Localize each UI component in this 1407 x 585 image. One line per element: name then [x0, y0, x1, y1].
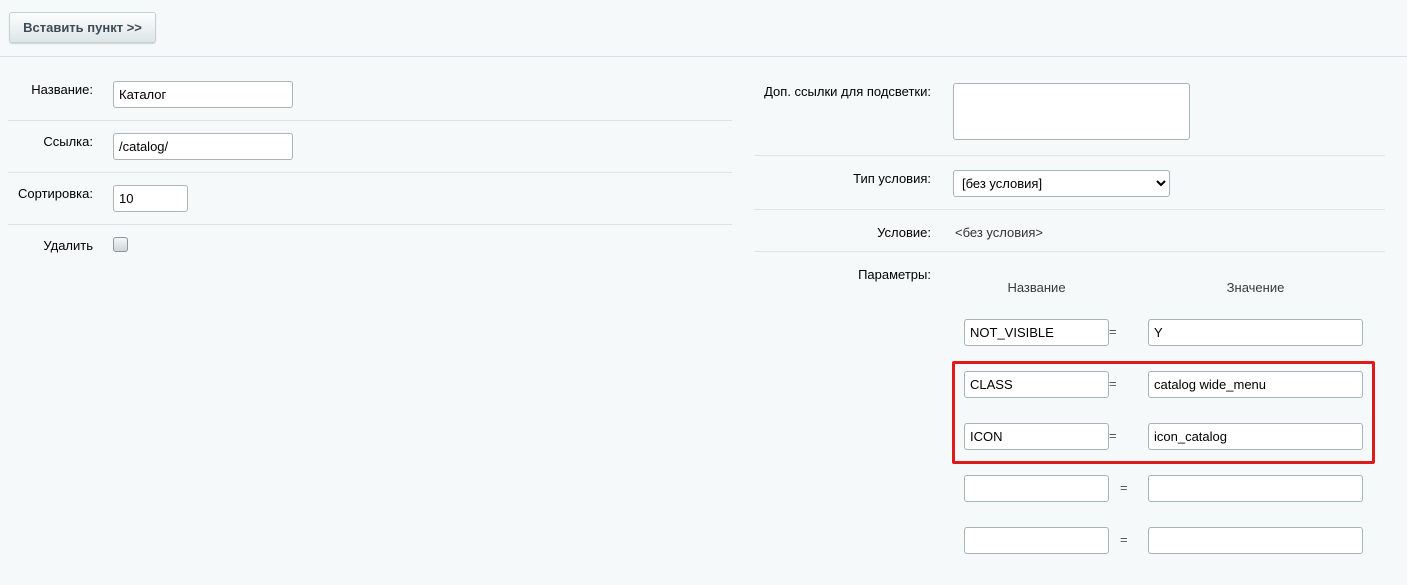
equals-sign: = — [1109, 324, 1117, 339]
sort-input[interactable] — [113, 185, 188, 212]
link-label: Ссылка: — [43, 134, 93, 149]
param-name-input[interactable] — [964, 527, 1109, 554]
name-label: Название: — [31, 82, 93, 97]
divider — [8, 172, 732, 173]
extra-links-label: Доп. ссылки для подсветки: — [764, 84, 931, 99]
sort-label: Сортировка: — [18, 186, 93, 201]
equals-sign: = — [1109, 428, 1117, 443]
params-header-value: Значение — [1226, 280, 1285, 295]
toolbar: Вставить пункт >> — [0, 0, 1407, 57]
param-name-input[interactable] — [964, 371, 1109, 398]
params-label: Параметры: — [858, 267, 931, 282]
delete-checkbox[interactable] — [113, 237, 128, 252]
delete-label: Удалить — [43, 238, 93, 253]
param-value-input[interactable] — [1148, 371, 1363, 398]
divider — [8, 120, 732, 121]
params-header-name: Название — [1007, 280, 1066, 295]
equals-sign: = — [1109, 376, 1117, 391]
extra-links-textarea[interactable] — [953, 83, 1190, 140]
condition-label: Условие: — [877, 225, 931, 240]
equals-sign: = — [1120, 532, 1128, 547]
divider — [8, 224, 732, 225]
condition-type-label: Тип условия: — [853, 171, 931, 186]
param-value-input[interactable] — [1148, 527, 1363, 554]
insert-item-button[interactable]: Вставить пункт >> — [9, 12, 156, 43]
condition-value: <без условия> — [955, 225, 1044, 240]
divider — [754, 155, 1385, 156]
name-input[interactable] — [113, 81, 293, 108]
param-name-input[interactable] — [964, 319, 1109, 346]
param-name-input[interactable] — [964, 423, 1109, 450]
param-value-input[interactable] — [1148, 319, 1363, 346]
divider — [754, 251, 1385, 252]
link-input[interactable] — [113, 133, 293, 160]
condition-type-select[interactable]: [без условия] — [953, 170, 1170, 197]
equals-sign: = — [1120, 480, 1128, 495]
param-value-input[interactable] — [1148, 423, 1363, 450]
param-value-input[interactable] — [1148, 475, 1363, 502]
divider — [754, 209, 1385, 210]
param-name-input[interactable] — [964, 475, 1109, 502]
